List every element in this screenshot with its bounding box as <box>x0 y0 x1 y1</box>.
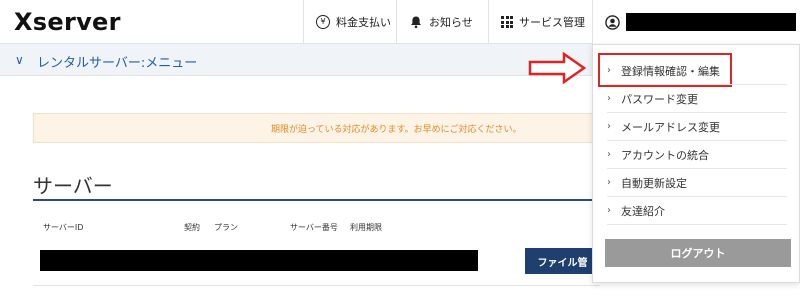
pointer-arrow-icon <box>528 52 587 84</box>
top-header: Xserver ¥ 料金支払い お知らせ サービス管理 <box>0 0 800 44</box>
menu-item-refer-friend[interactable]: › 友達紹介 <box>607 197 787 225</box>
row-divider <box>33 285 600 286</box>
server-row-redacted <box>40 250 478 271</box>
menu-item-label: 自動更新設定 <box>621 176 687 190</box>
news-label: お知らせ <box>429 16 473 29</box>
menu-item-label: 登録情報確認・編集 <box>621 64 720 78</box>
column-plan: プラン <box>214 223 238 232</box>
chevron-right-icon: › <box>607 65 611 76</box>
user-name-redacted <box>626 13 796 31</box>
column-contract: 契約 <box>184 223 200 232</box>
menu-item-change-email[interactable]: › メールアドレス変更 <box>607 113 787 141</box>
menu-item-edit-registration[interactable]: › 登録情報確認・編集 <box>607 57 787 85</box>
chevron-right-icon: › <box>607 205 611 216</box>
service-menu-title: レンタルサーバー:メニュー <box>37 56 198 71</box>
yen-icon: ¥ <box>316 15 330 29</box>
deadline-notice-text: 期限が迫っている対応があります。お早めにご対応ください。 <box>271 125 522 135</box>
section-divider <box>33 199 600 201</box>
fee-payment-button[interactable]: ¥ 料金支払い <box>303 0 396 44</box>
menu-item-label: パスワード変更 <box>621 92 698 106</box>
menu-item-label: 友達紹介 <box>621 204 665 218</box>
menu-item-label: メールアドレス変更 <box>621 120 720 134</box>
menu-item-label: アカウントの統合 <box>621 148 709 162</box>
user-icon <box>605 14 620 30</box>
deadline-notice: 期限が迫っている対応があります。お早めにご対応ください。 <box>33 113 600 143</box>
service-management-label: サービス管理 <box>519 16 585 29</box>
menu-item-change-password[interactable]: › パスワード変更 <box>607 85 787 113</box>
service-management-button[interactable]: サービス管理 <box>488 0 592 44</box>
bell-icon <box>411 16 421 29</box>
file-manager-button[interactable]: ファイル管 <box>525 248 600 274</box>
chevron-right-icon: › <box>607 177 611 188</box>
menu-item-auto-renewal[interactable]: › 自動更新設定 <box>607 169 787 197</box>
column-expiry: 利用期限 <box>350 223 382 232</box>
chevron-down-icon: ∨ <box>15 53 24 67</box>
menu-item-merge-account[interactable]: › アカウントの統合 <box>607 141 787 169</box>
logout-button[interactable]: ログアウト <box>605 239 791 267</box>
xserver-logo[interactable]: Xserver <box>14 8 121 36</box>
user-menu-button[interactable] <box>592 0 800 44</box>
news-button[interactable]: お知らせ <box>396 0 488 44</box>
grid-icon <box>501 16 513 28</box>
fee-payment-label: 料金支払い <box>336 16 391 29</box>
column-server-id: サーバーID <box>43 223 84 232</box>
chevron-right-icon: › <box>607 121 611 132</box>
chevron-right-icon: › <box>607 149 611 160</box>
column-server-number: サーバー番号 <box>290 223 338 232</box>
server-section-title: サーバー <box>33 174 113 198</box>
chevron-right-icon: › <box>607 93 611 104</box>
user-dropdown-menu: › 登録情報確認・編集 › パスワード変更 › メールアドレス変更 › アカウン… <box>592 44 800 283</box>
